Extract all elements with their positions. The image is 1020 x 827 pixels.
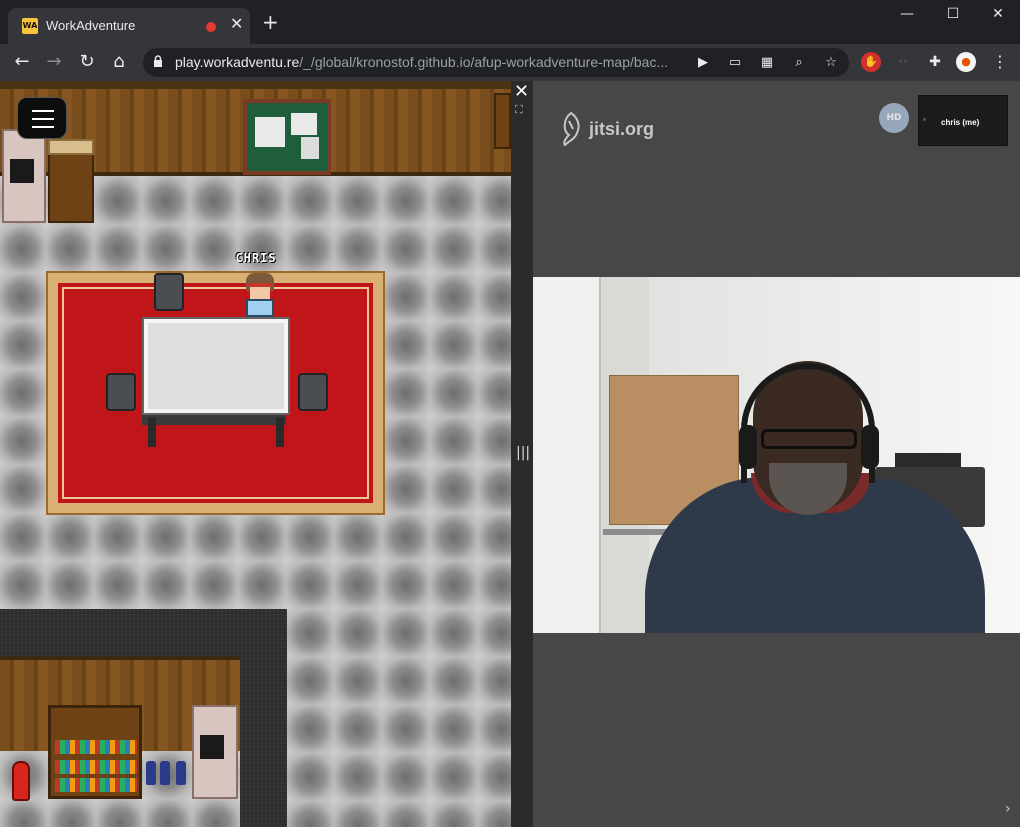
book-row [55, 760, 137, 774]
hamburger-icon [32, 126, 54, 128]
browser-tab[interactable]: WA WorkAdventure ✕ [8, 8, 250, 44]
chevron-right-icon[interactable]: › [1005, 801, 1011, 817]
bulletin-board [243, 99, 331, 175]
back-button[interactable]: ← [10, 50, 34, 74]
star-icon[interactable]: ☆ [821, 53, 841, 73]
url-host: play.workadventu.re [175, 54, 300, 70]
game-map[interactable]: CHRIS [0, 81, 511, 827]
chair [298, 373, 328, 411]
chair [154, 273, 184, 311]
tab-close-button[interactable]: ✕ [230, 14, 243, 33]
water-bottles [144, 753, 192, 789]
browser-menu-button[interactable]: ⋮ [990, 52, 1010, 72]
url-path: /_/global/kronostof.github.io/afup-worka… [299, 54, 669, 70]
maximize-button[interactable]: ☐ [930, 6, 976, 22]
participant-avatar[interactable]: HD [879, 103, 909, 133]
new-tab-button[interactable]: + [262, 12, 279, 32]
headphone-earcup [861, 425, 879, 469]
adblock-icon[interactable]: ✋ [861, 52, 881, 72]
chair [106, 373, 136, 411]
book-row [55, 778, 137, 792]
forward-button[interactable]: → [42, 50, 66, 74]
resize-grip-icon[interactable]: ||| [516, 445, 530, 461]
browser-tab-bar: WA WorkAdventure ✕ + — ☐ ✕ [0, 0, 1020, 44]
close-icon[interactable]: ✕ [514, 81, 529, 102]
dish-cabinet [48, 139, 94, 223]
profile-avatar[interactable]: ● [956, 52, 976, 72]
headphone-earcup [739, 425, 757, 469]
address-bar[interactable]: play.workadventu.re/_/global/kronostof.g… [143, 48, 849, 77]
zoom-icon[interactable]: ⌕ [789, 53, 809, 73]
table-legs [148, 417, 284, 447]
coffee-machine [2, 129, 46, 223]
reload-button[interactable]: ↻ [75, 50, 99, 74]
coffee-machine-screen [10, 159, 34, 183]
page-viewport: CHRIS ✕ ⛶ ||| jitsi.org HD chris (me) › [0, 81, 1020, 827]
board-paper [255, 117, 285, 147]
self-video-thumbnail[interactable]: chris (me) [918, 95, 1008, 146]
fire-extinguisher [12, 761, 30, 801]
jitsi-logo-icon [563, 111, 580, 147]
player-avatar[interactable] [240, 271, 280, 319]
board-paper [301, 137, 319, 159]
avatar-headband [248, 283, 272, 287]
jitsi-panel: jitsi.org HD chris (me) › [533, 81, 1020, 827]
jitsi-logo: jitsi.org [589, 119, 655, 139]
tab-title: WorkAdventure [46, 18, 136, 33]
url-text: play.workadventu.re/_/global/kronostof.g… [175, 54, 685, 70]
hamburger-icon [32, 110, 54, 112]
window-close-button[interactable]: ✕ [975, 6, 1020, 22]
player-name-label: CHRIS [235, 251, 277, 265]
browser-toolbar: ← → ↻ ⌂ play.workadventu.re/_/global/kro… [0, 44, 1020, 81]
board-paper [291, 113, 317, 135]
cast-icon[interactable]: ▭ [725, 53, 745, 73]
puzzle-icon[interactable]: ✚ [925, 52, 945, 72]
coffee-machine-screen [200, 735, 224, 759]
fullscreen-icon[interactable]: ⛶ [515, 103, 523, 117]
qr-code-icon[interactable]: ▦ [757, 53, 777, 73]
lock-icon [154, 55, 162, 67]
mic-status-icon [923, 118, 926, 121]
main-menu-button[interactable] [17, 97, 67, 139]
book-row [55, 740, 137, 754]
recording-indicator-icon [206, 22, 216, 32]
home-button[interactable]: ⌂ [107, 50, 131, 74]
camera-icon[interactable]: ▶ [693, 53, 713, 73]
meeting-table [142, 317, 290, 447]
main-video[interactable] [533, 277, 1020, 633]
video-wall [533, 277, 599, 633]
avatar-face [250, 285, 270, 299]
bookshelf [48, 705, 142, 799]
workadventure-favicon-icon: WA [22, 18, 38, 34]
panel-divider[interactable]: ✕ ⛶ ||| [511, 81, 533, 827]
wall-shelf [494, 93, 511, 149]
extension-icon[interactable]: ◦◦ [893, 52, 913, 72]
minimize-button[interactable]: — [884, 6, 930, 22]
bottle [146, 761, 156, 785]
avatar-body [246, 299, 274, 317]
bottle [176, 761, 186, 785]
cabinet-top [48, 139, 94, 155]
wall-trim [0, 81, 511, 89]
self-label: chris (me) [941, 118, 980, 127]
coffee-machine [192, 705, 238, 799]
bottle [160, 761, 170, 785]
hamburger-icon [32, 118, 54, 120]
